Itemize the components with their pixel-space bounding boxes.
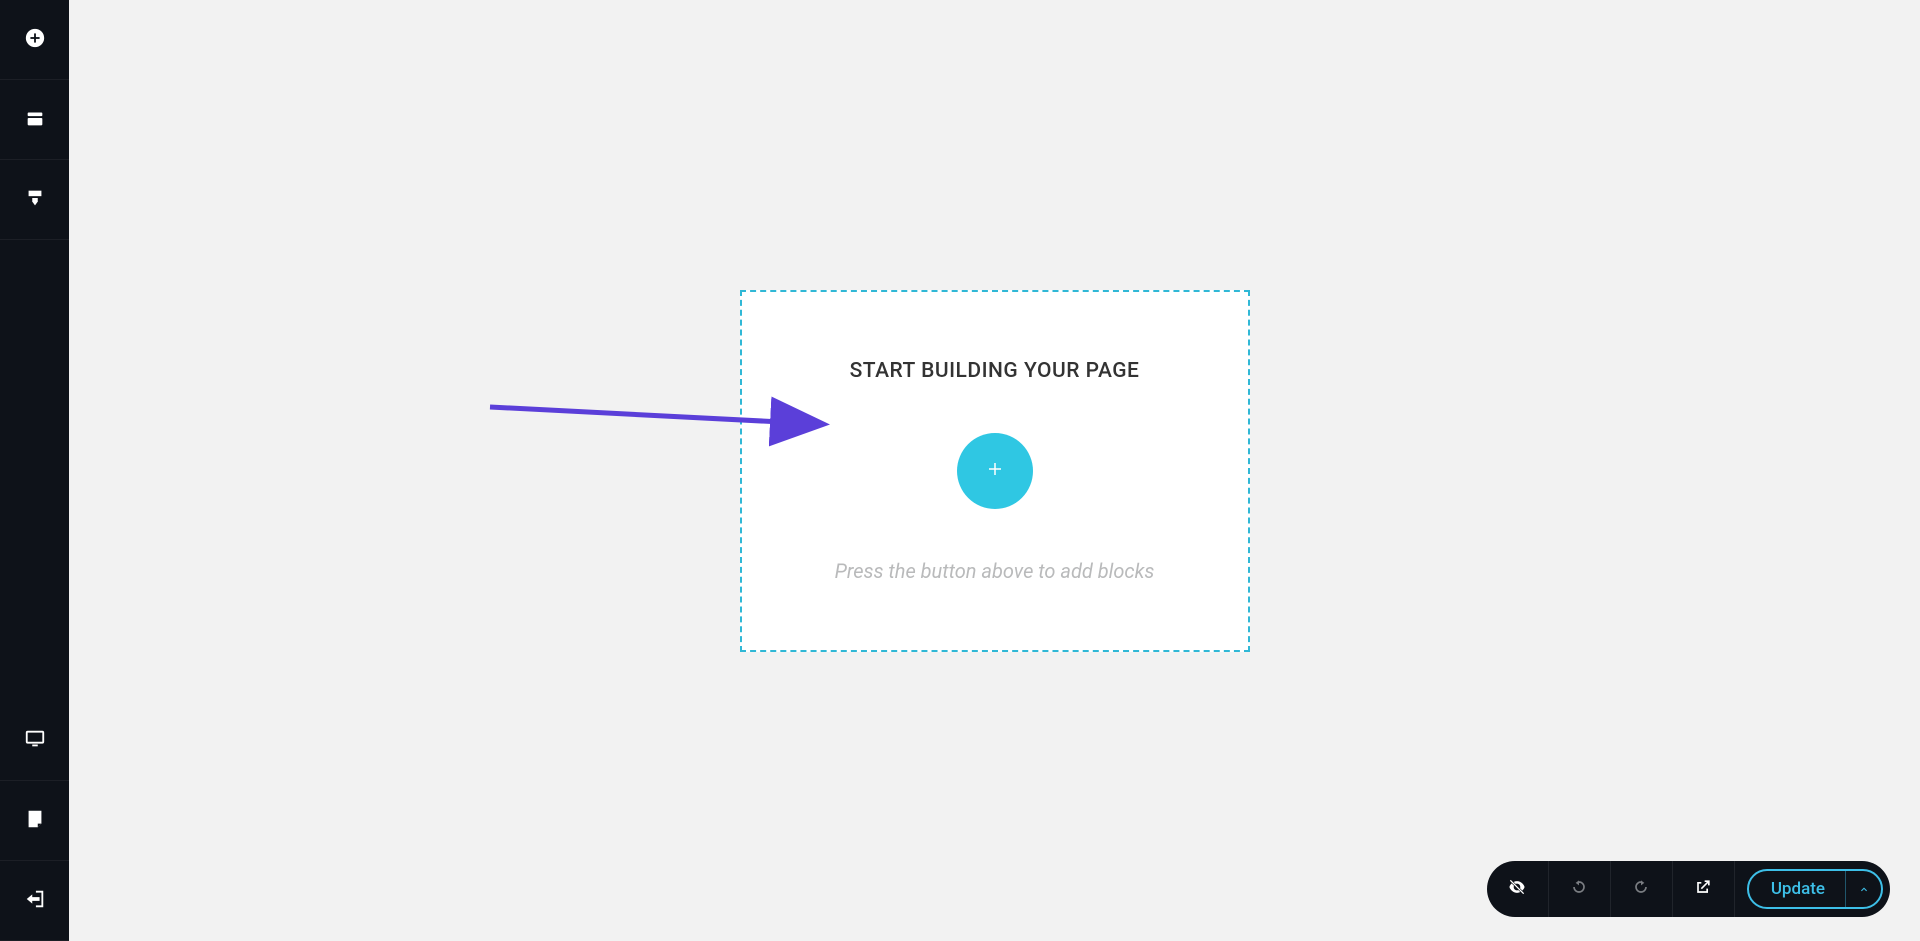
note-icon [24, 808, 46, 834]
exit-icon [24, 888, 46, 914]
toolbar-preview[interactable] [1673, 861, 1735, 917]
start-building-card: START BUILDING YOUR PAGE Press the butto… [740, 290, 1250, 652]
sidebar-desktop-preview[interactable] [0, 701, 69, 781]
plus-circle-icon [24, 27, 46, 53]
sidebar-styling[interactable] [0, 160, 69, 240]
start-card-title: START BUILDING YOUR PAGE [850, 359, 1140, 383]
sidebar-add-element[interactable] [0, 0, 69, 80]
update-button[interactable]: Update [1749, 871, 1845, 907]
undo-icon [1569, 877, 1589, 901]
sidebar-top-group [0, 0, 69, 240]
toolbar-undo[interactable] [1549, 861, 1611, 917]
chevron-up-icon [1858, 880, 1870, 899]
layers-icon [24, 107, 46, 133]
toolbar-hidden-toggle[interactable] [1487, 861, 1549, 917]
eye-slash-icon [1507, 877, 1527, 901]
sidebar-back[interactable] [0, 861, 69, 941]
sidebar-page-settings[interactable] [0, 781, 69, 861]
left-sidebar [0, 0, 69, 941]
editor-canvas: START BUILDING YOUR PAGE Press the butto… [69, 0, 1920, 941]
redo-icon [1631, 877, 1651, 901]
monitor-icon [24, 728, 46, 754]
bottom-toolbar: Update [1487, 861, 1890, 917]
start-card-hint: Press the button above to add blocks [835, 559, 1155, 583]
update-button-group: Update [1747, 869, 1883, 909]
update-dropdown[interactable] [1845, 871, 1881, 907]
add-block-button[interactable] [957, 433, 1033, 509]
external-link-icon [1693, 877, 1713, 901]
plus-icon [986, 460, 1004, 481]
brush-icon [24, 187, 46, 213]
sidebar-bottom-group [0, 701, 69, 941]
toolbar-redo[interactable] [1611, 861, 1673, 917]
sidebar-reorder-blocks[interactable] [0, 80, 69, 160]
